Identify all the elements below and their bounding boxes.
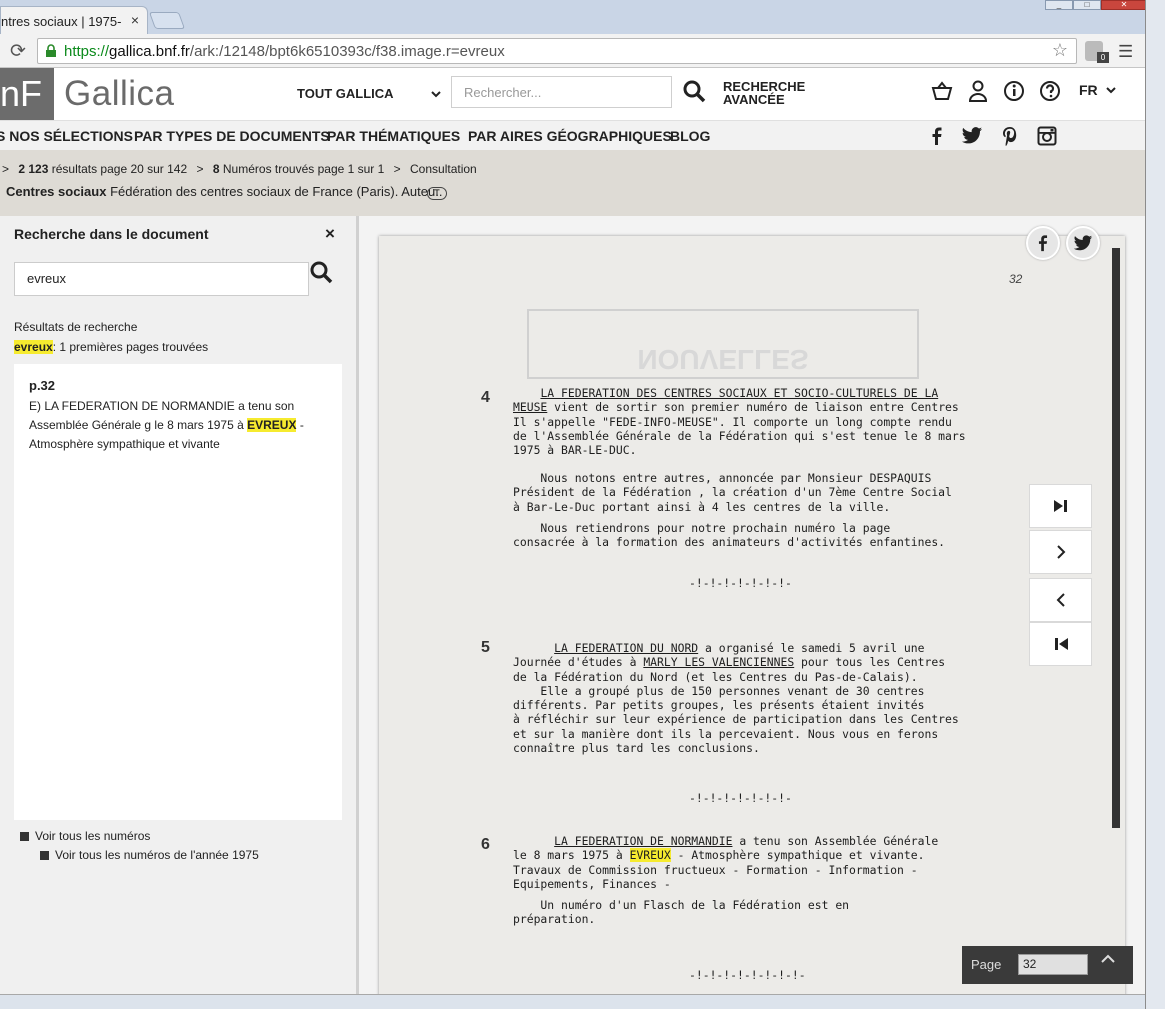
facebook-share-button[interactable]	[1026, 226, 1060, 260]
bleed-through-heading: NOUVELLES	[527, 309, 919, 379]
advanced-search-link[interactable]: RECHERCHE AVANCÉE	[723, 80, 805, 106]
minimize-button[interactable]: _	[1045, 0, 1073, 10]
skip-to-end-icon	[1053, 500, 1067, 512]
results-summary: evreux: 1 premières pages trouvées	[14, 340, 209, 354]
page-selector: Page 32	[962, 946, 1133, 984]
window-edge	[1145, 0, 1165, 1009]
site-header: nF Gallica TOUT GALLICA Rechercher... RE…	[0, 68, 1145, 120]
viewer-scrollbar[interactable]	[1112, 248, 1120, 828]
page-number: 32	[1009, 272, 1023, 286]
last-page-button[interactable]	[1029, 484, 1092, 528]
section-4-paragraph-3: Nous retiendrons pour notre prochain num…	[513, 521, 946, 550]
section-4-text: LA FEDERATION DES CENTRES SOCIAUX ET SOC…	[513, 386, 966, 458]
arrow-square-icon	[20, 832, 29, 841]
separator: -!-!-!-!-!-!-!-!-	[689, 968, 806, 982]
section-5-text: LA FEDERATION DU NORD a organisé le same…	[513, 641, 959, 756]
search-in-document-panel: Recherche dans le document × evreux Résu…	[0, 216, 356, 994]
search-icon[interactable]	[682, 79, 706, 103]
chevron-up-icon[interactable]	[1099, 952, 1117, 966]
chevron-down-icon[interactable]	[430, 90, 442, 100]
gallica-logo[interactable]: Gallica	[64, 74, 174, 114]
nav-geographic-areas[interactable]: PAR AIRES GÉOGRAPHIQUES	[468, 128, 672, 144]
nav-selections[interactable]: S NOS SÉLECTIONS	[0, 128, 133, 144]
page-label: Page	[971, 957, 1002, 972]
document-viewer[interactable]: NOUVELLES 32 4 LA FEDERATION DES CENTRES…	[359, 216, 1145, 994]
breadcrumb: > 2 123 résultats page 20 sur 142 > 8 Nu…	[0, 150, 1145, 216]
chevron-left-icon	[1056, 593, 1065, 607]
result-page-link[interactable]: p.32	[29, 378, 55, 393]
restore-button[interactable]: □	[1073, 0, 1101, 10]
header-icons	[929, 78, 1063, 104]
separator: -!-!-!-!-!-!-!-	[689, 576, 792, 590]
page-number-input[interactable]: 32	[1018, 954, 1088, 975]
section-4-paragraph-2: Nous notons entre autres, annoncée par M…	[513, 471, 952, 514]
menu-icon[interactable]: ☰	[1118, 42, 1133, 62]
search-input[interactable]: Rechercher...	[451, 76, 672, 108]
first-page-button[interactable]	[1029, 622, 1092, 666]
user-icon[interactable]	[965, 78, 991, 104]
search-icon[interactable]	[309, 260, 333, 284]
tab-bar: ntres sociaux | 1975-04 × _ □ ✕	[0, 0, 1165, 34]
search-result-card[interactable]: p.32 E) LA FEDERATION DE NORMANDIE a ten…	[14, 364, 342, 820]
previous-page-button[interactable]	[1029, 578, 1092, 622]
section-number: 6	[481, 836, 490, 853]
browser-tab[interactable]: ntres sociaux | 1975-04 ×	[0, 6, 148, 34]
help-icon[interactable]	[1037, 78, 1063, 104]
browser-window: ntres sociaux | 1975-04 × _ □ ✕ ⟳ https:…	[0, 0, 1165, 1009]
nav-themes[interactable]: PAR THÉMATIQUES	[327, 128, 460, 144]
view-all-issues-link[interactable]: Voir tous les numéros	[20, 829, 150, 843]
nav-document-types[interactable]: PAR TYPES DE DOCUMENTS	[134, 128, 330, 144]
bookmark-star-icon[interactable]: ☆	[1052, 40, 1068, 61]
text-mode-icon[interactable]: T	[427, 187, 447, 200]
pinterest-icon[interactable]	[1000, 126, 1020, 146]
result-snippet: E) LA FEDERATION DE NORMANDIE a tenu son…	[29, 399, 304, 451]
extension-badge: 0	[1097, 52, 1109, 63]
language-chevron-icon[interactable]	[1105, 86, 1117, 96]
info-icon[interactable]	[1001, 78, 1027, 104]
new-tab-button[interactable]	[148, 12, 186, 29]
skip-to-start-icon	[1054, 638, 1068, 650]
results-heading: Résultats de recherche	[14, 320, 138, 334]
url-text: https://gallica.bnf.fr/ark:/12148/bpt6k6…	[64, 43, 505, 60]
tab-close-button[interactable]: ×	[131, 12, 139, 28]
window-bottom-edge	[0, 994, 1145, 1009]
tab-title: ntres sociaux | 1975-04	[1, 14, 121, 29]
window-controls: _ □ ✕	[1045, 0, 1147, 10]
main-nav: S NOS SÉLECTIONS PAR TYPES DE DOCUMENTS …	[0, 120, 1145, 150]
facebook-icon[interactable]	[927, 126, 947, 146]
section-6-text: LA FEDERATION DE NORMANDIE a tenu son As…	[513, 834, 939, 891]
separator: -!-!-!-!-!-!-!-	[689, 791, 792, 805]
breadcrumb-trail: > 2 123 résultats page 20 sur 142 > 8 Nu…	[2, 162, 477, 176]
window-close-button[interactable]: ✕	[1101, 0, 1147, 10]
address-bar: ⟳ https://gallica.bnf.fr/ark:/12148/bpt6…	[0, 34, 1145, 68]
instagram-icon[interactable]	[1037, 126, 1057, 146]
breadcrumb-results-link[interactable]: 2 123 résultats page 20 sur 142	[18, 162, 187, 176]
basket-icon[interactable]	[929, 78, 955, 104]
section-number: 5	[481, 639, 490, 656]
language-select[interactable]: FR	[1079, 82, 1098, 98]
twitter-icon	[1073, 234, 1093, 250]
scanned-page: NOUVELLES 32 4 LA FEDERATION DES CENTRES…	[379, 236, 1125, 994]
view-year-issues-link[interactable]: Voir tous les numéros de l'année 1975	[40, 848, 259, 862]
next-page-button[interactable]	[1029, 530, 1092, 574]
breadcrumb-issues-link[interactable]: 8 Numéros trouvés page 1 sur 1	[213, 162, 384, 176]
breadcrumb-current: Consultation	[410, 162, 477, 176]
section-6-paragraph-2: Un numéro d'un Flasch de la Fédération e…	[513, 898, 850, 927]
arrow-square-icon	[40, 851, 49, 860]
document-search-input[interactable]: evreux	[14, 262, 309, 296]
panel-title: Recherche dans le document	[14, 226, 209, 242]
panel-close-button[interactable]: ×	[325, 224, 335, 244]
facebook-icon	[1038, 235, 1048, 252]
lock-icon	[46, 44, 56, 57]
search-scope-select[interactable]: TOUT GALLICA	[297, 86, 394, 101]
url-field[interactable]: https://gallica.bnf.fr/ark:/12148/bpt6k6…	[37, 38, 1077, 64]
twitter-share-button[interactable]	[1066, 226, 1100, 260]
reload-icon[interactable]: ⟳	[10, 40, 26, 63]
nav-blog[interactable]: BLOG	[670, 128, 710, 144]
document-title: Centres sociaux Fédération des centres s…	[6, 184, 443, 199]
chevron-right-icon	[1056, 545, 1065, 559]
twitter-icon[interactable]	[961, 126, 983, 146]
bnf-logo[interactable]: nF	[0, 68, 54, 120]
section-number: 4	[481, 389, 490, 406]
